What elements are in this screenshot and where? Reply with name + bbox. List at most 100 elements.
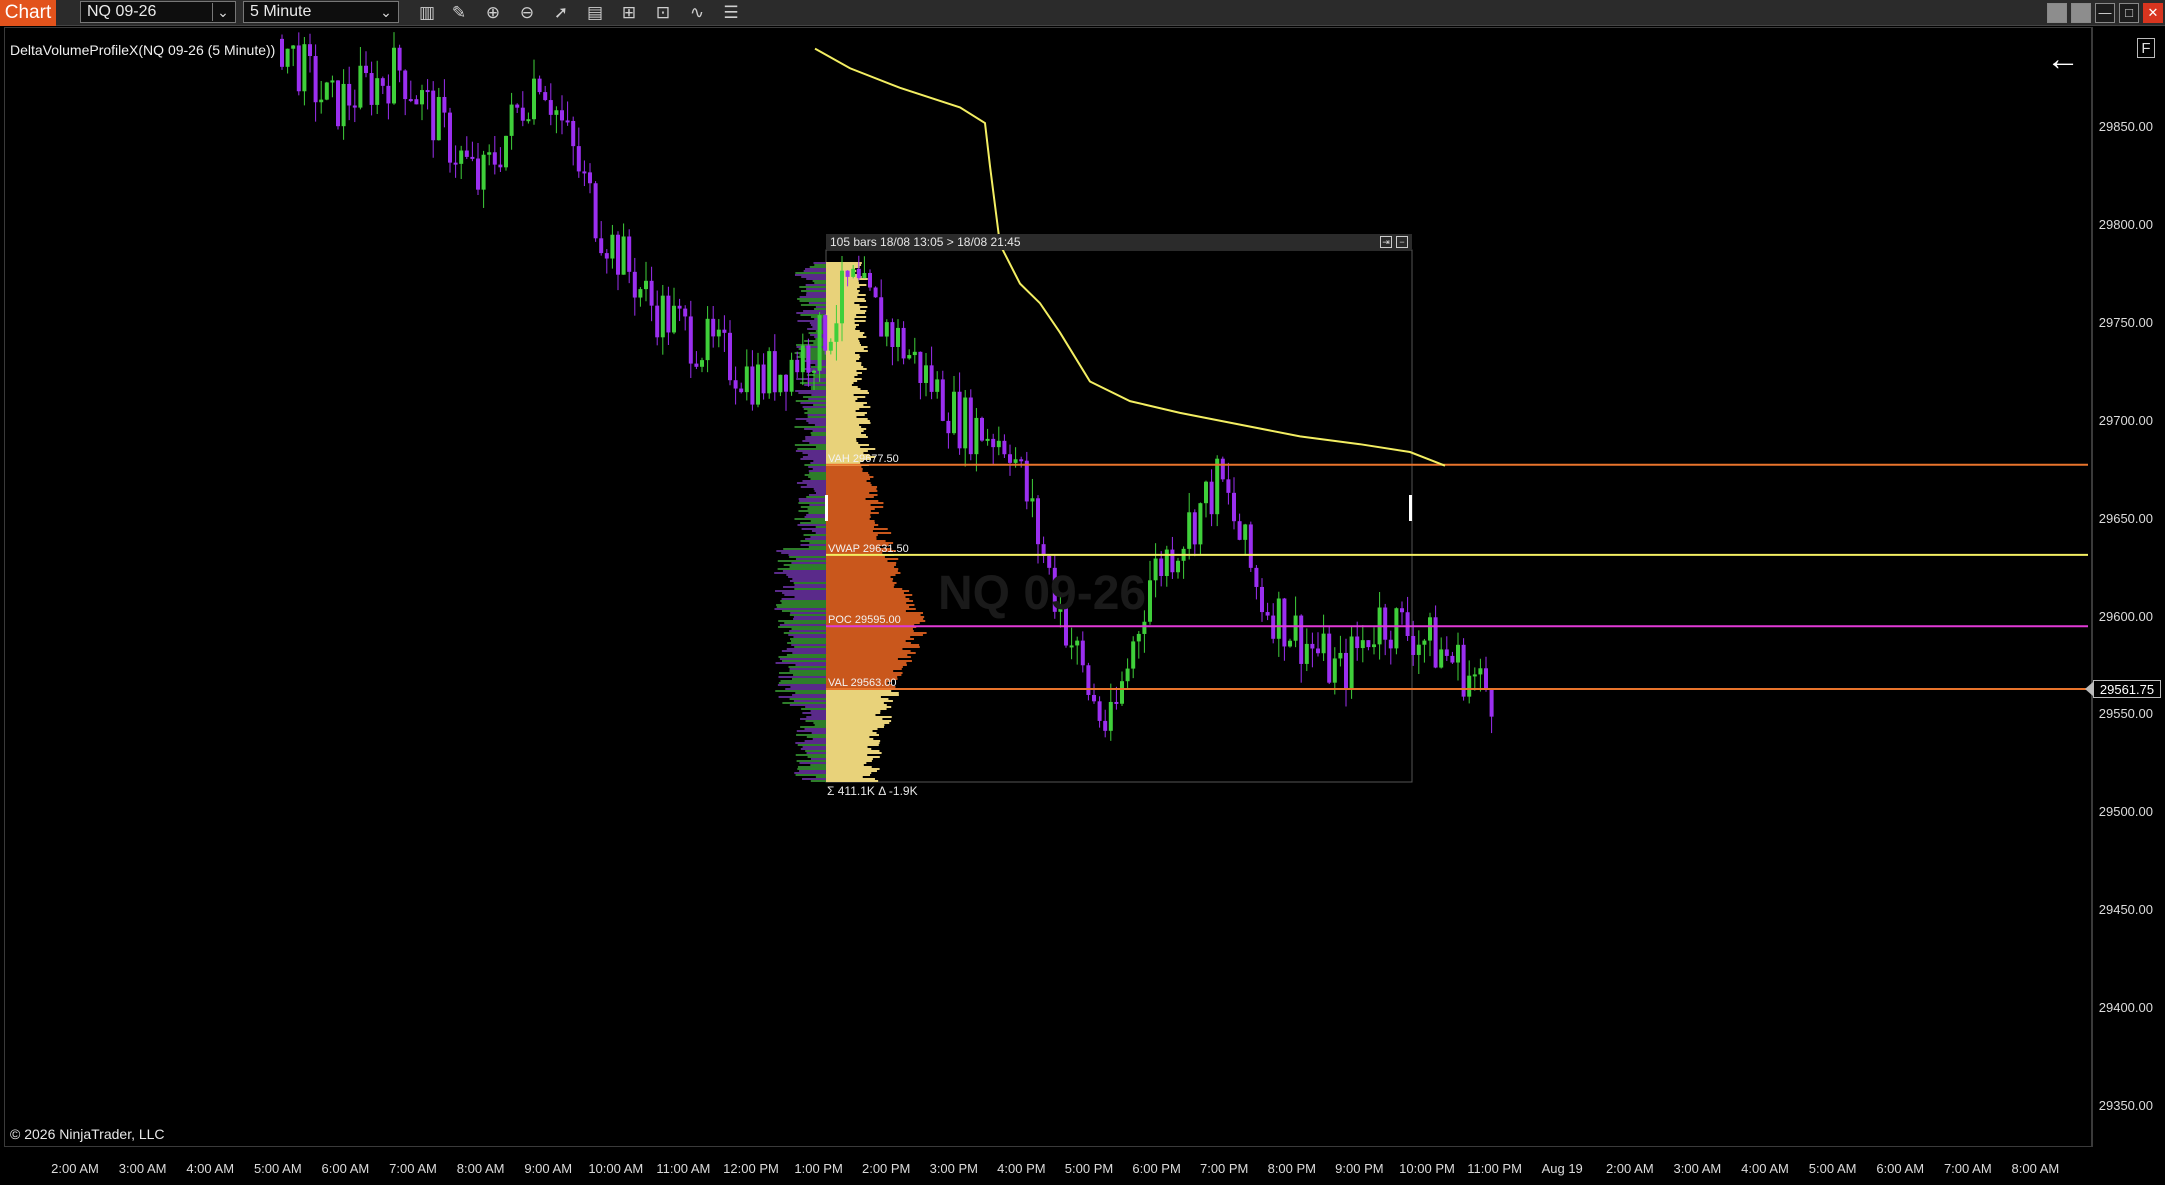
profile-bar xyxy=(826,390,868,392)
candle-body xyxy=(1142,621,1147,634)
delta-bar xyxy=(778,626,826,628)
candle-body xyxy=(851,268,856,277)
delta-bar xyxy=(808,476,826,478)
candle-body xyxy=(1243,524,1248,540)
candle-body xyxy=(1433,617,1438,668)
delta-bar xyxy=(809,472,826,474)
candle-body xyxy=(806,345,811,373)
profile-bar xyxy=(826,576,891,578)
delta-bar xyxy=(800,540,826,542)
profile-bar xyxy=(826,766,872,768)
delta-bar xyxy=(794,444,826,446)
f-button[interactable]: F xyxy=(2137,38,2155,58)
delta-bar xyxy=(790,638,826,640)
profile-bar xyxy=(826,720,892,722)
profile-bar xyxy=(826,562,897,564)
candle-body xyxy=(812,370,816,373)
delta-bar xyxy=(807,454,826,456)
delta-bar xyxy=(797,744,826,746)
candle-body xyxy=(554,110,559,115)
delta-bar xyxy=(794,584,826,586)
profile-bar xyxy=(826,582,897,584)
profile-expand-icon[interactable]: ⇥ xyxy=(1380,236,1392,248)
candle-body xyxy=(358,65,363,108)
delta-bar xyxy=(811,434,826,436)
delta-bar xyxy=(810,758,826,760)
delta-bar xyxy=(803,310,826,312)
delta-bar xyxy=(782,570,826,572)
profile-bar xyxy=(826,418,868,420)
candle-body xyxy=(688,316,693,364)
candle-body xyxy=(1444,649,1449,656)
back-arrow-icon[interactable]: ← xyxy=(2046,42,2080,76)
profile-bar xyxy=(826,674,902,676)
candle-body xyxy=(884,322,889,337)
delta-bar xyxy=(804,384,826,386)
delta-bar xyxy=(813,460,826,462)
profile-bar xyxy=(826,450,868,452)
candle-body xyxy=(442,96,447,113)
profile-bar xyxy=(826,702,884,704)
delta-bar xyxy=(799,382,826,384)
profile-bar xyxy=(826,438,857,440)
delta-bar xyxy=(793,618,826,620)
candle-body xyxy=(1080,640,1085,666)
profile-bar xyxy=(826,598,910,600)
profile-bar xyxy=(826,660,912,662)
delta-bar xyxy=(807,328,826,330)
profile-bar xyxy=(826,648,903,650)
delta-bar xyxy=(777,568,826,570)
profile-bar xyxy=(826,306,868,308)
profile-bar xyxy=(826,404,864,406)
profile-bar xyxy=(826,768,880,770)
delta-bar xyxy=(788,666,826,668)
candle-body xyxy=(1260,586,1264,613)
delta-bar xyxy=(810,478,826,480)
delta-bar xyxy=(784,622,826,624)
candle-body xyxy=(1192,512,1197,545)
candle-body xyxy=(1075,640,1080,646)
profile-bar xyxy=(826,718,883,720)
profile-bar xyxy=(826,444,869,446)
profile-collapse-icon[interactable]: − xyxy=(1396,236,1408,248)
candle-body xyxy=(840,270,844,324)
profile-bar xyxy=(826,706,892,708)
delta-bar xyxy=(804,516,826,518)
profile-bar xyxy=(826,398,858,400)
delta-bar xyxy=(783,564,826,566)
candle-body xyxy=(408,99,413,102)
candle-body xyxy=(912,351,917,356)
candle-body xyxy=(1198,503,1203,545)
candle-body xyxy=(952,391,956,434)
delta-bar xyxy=(779,672,826,674)
delta-bar xyxy=(799,500,826,502)
profile-bar xyxy=(826,440,857,442)
delta-bar xyxy=(795,558,826,560)
candle-body xyxy=(1456,644,1460,663)
candle-body xyxy=(1338,652,1343,659)
profile-bar xyxy=(826,392,869,394)
profile-bar xyxy=(826,408,860,410)
candle-body xyxy=(632,271,637,298)
delta-bar xyxy=(804,340,826,342)
candle-body xyxy=(1316,648,1320,654)
candle-body xyxy=(308,44,312,57)
delta-bar xyxy=(778,696,826,698)
delta-bar xyxy=(802,452,826,454)
delta-bar xyxy=(800,748,826,750)
candle-body xyxy=(1332,658,1337,683)
candle-body xyxy=(901,327,906,359)
candle-body xyxy=(756,364,760,405)
delta-bar xyxy=(805,750,826,752)
candle-body xyxy=(280,38,284,67)
profile-bar xyxy=(826,336,867,338)
profile-bar xyxy=(826,716,892,718)
time-axis-label: 12:00 PM xyxy=(723,1161,779,1176)
delta-bar xyxy=(784,594,826,596)
volume-profile-header[interactable]: 105 bars 18/08 13:05 > 18/08 21:45 xyxy=(826,234,1412,250)
delta-bar xyxy=(799,296,826,298)
profile-bar xyxy=(826,696,881,698)
delta-bar xyxy=(810,780,826,782)
profile-bar xyxy=(826,496,874,498)
delta-bar xyxy=(810,536,826,538)
